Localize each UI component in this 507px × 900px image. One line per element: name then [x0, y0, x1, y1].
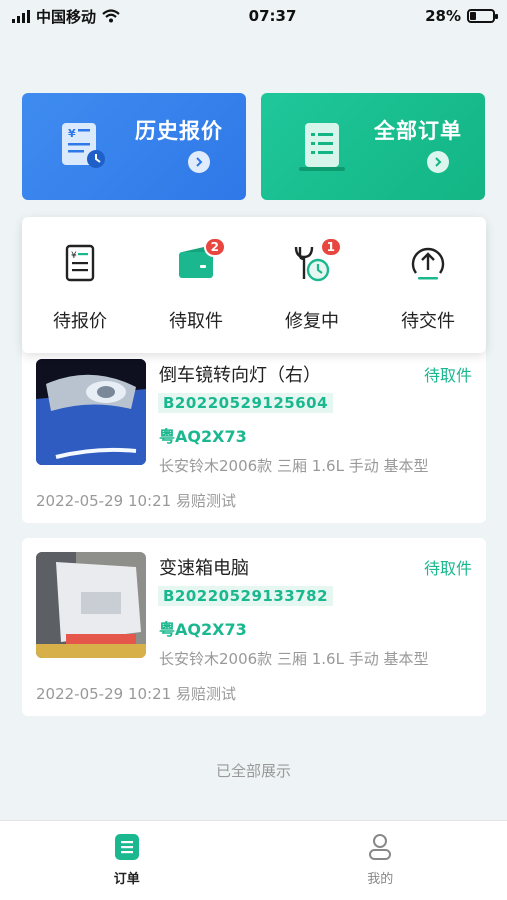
svg-text:¥: ¥	[71, 251, 77, 261]
battery-icon	[466, 9, 498, 23]
end-of-list-text: 已全部展示	[215, 762, 291, 780]
carrier-name: 中国移动	[36, 7, 97, 26]
wifi-icon	[102, 9, 120, 23]
order-code: B20220529133782	[158, 586, 334, 606]
tab-profile[interactable]: 我的	[254, 821, 507, 900]
chevron-right-icon	[427, 151, 449, 173]
order-status-panel: ¥ 待报价 2 待取件 1 修复中 待交件	[22, 217, 486, 353]
order-title: 倒车镜转向灯（右）	[159, 365, 321, 386]
history-quote-title: 历史报价	[135, 119, 223, 143]
plate-number: 粤AQ2X73	[159, 620, 247, 639]
repair-count-badge: 1	[319, 237, 342, 257]
status-pending-quote[interactable]: ¥ 待报价	[22, 217, 138, 353]
order-note: 易赔测试	[175, 685, 236, 703]
order-datetime: 2022-05-29 10:21	[36, 685, 172, 703]
orders-tab-icon	[114, 834, 139, 860]
status-label: 待取件	[169, 311, 223, 332]
vehicle-model: 长安铃木2006款 三厢 1.6L 手动 基本型	[159, 650, 429, 668]
history-quote-card[interactable]: ¥ 历史报价	[22, 93, 246, 200]
chevron-right-icon	[188, 151, 210, 173]
order-meta: 2022-05-29 10:21 易赔测试	[36, 683, 236, 704]
order-code: B20220529125604	[158, 393, 334, 413]
tab-label: 我的	[367, 872, 394, 887]
order-datetime: 2022-05-29 10:21	[36, 492, 172, 510]
quote-document-icon: ¥	[62, 123, 105, 168]
all-orders-card[interactable]: 全部订单	[261, 93, 485, 200]
order-card[interactable]: 变速箱电脑 待取件 B20220529133782 粤AQ2X73 长安铃木20…	[22, 538, 486, 716]
all-orders-title: 全部订单	[374, 119, 462, 143]
battery-percent: 28%	[425, 7, 461, 25]
status-label: 待交件	[401, 311, 455, 332]
status-pending-delivery[interactable]: 待交件	[370, 217, 486, 353]
status-pending-pickup[interactable]: 2 待取件	[138, 217, 254, 353]
tab-orders[interactable]: 订单	[0, 821, 254, 900]
svg-text:¥: ¥	[68, 127, 76, 140]
order-note: 易赔测试	[175, 492, 236, 510]
plate-number: 粤AQ2X73	[159, 427, 247, 446]
pending-quote-icon: ¥	[65, 244, 95, 282]
upload-icon	[411, 247, 445, 280]
order-meta: 2022-05-29 10:21 易赔测试	[36, 490, 236, 511]
order-status: 待取件	[423, 559, 472, 578]
status-label: 修复中	[285, 311, 339, 332]
order-title: 变速箱电脑	[159, 558, 249, 579]
status-label: 待报价	[53, 311, 107, 332]
part-photo	[36, 552, 146, 658]
clock: 07:37	[248, 7, 297, 25]
order-list-icon	[299, 123, 345, 171]
status-repairing[interactable]: 1 修复中	[254, 217, 370, 353]
order-card[interactable]: 倒车镜转向灯（右） 待取件 B20220529125604 粤AQ2X73 长安…	[22, 345, 486, 523]
signal-icon	[12, 9, 30, 23]
vehicle-model: 长安铃木2006款 三厢 1.6L 手动 基本型	[159, 457, 429, 475]
bottom-tab-bar: 订单 我的	[0, 820, 507, 900]
pickup-count-badge: 2	[203, 237, 226, 257]
order-status: 待取件	[423, 366, 472, 385]
user-icon	[369, 834, 392, 860]
tab-label: 订单	[113, 872, 140, 887]
part-photo	[36, 359, 146, 465]
status-bar: 中国移动 07:37 28%	[0, 0, 507, 32]
